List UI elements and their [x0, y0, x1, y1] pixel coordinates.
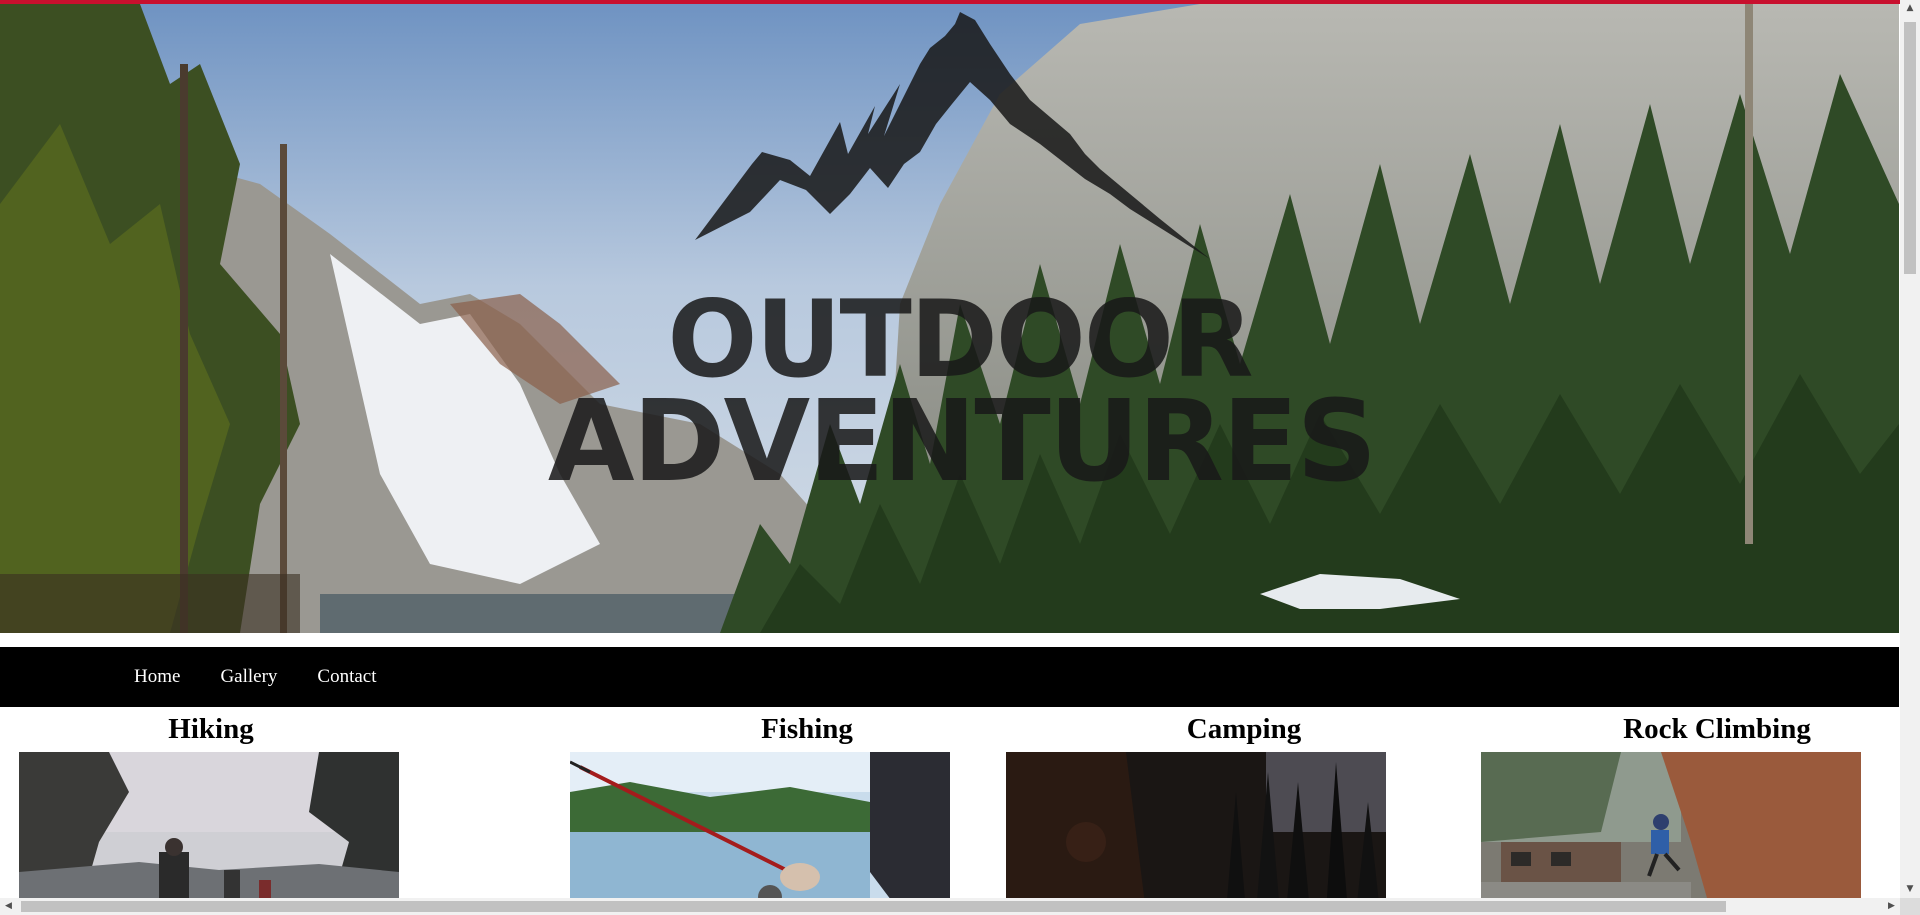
scroll-up-arrow-icon[interactable]: ▲ [1900, 0, 1920, 17]
activity-title-hiking: Hiking [168, 713, 254, 745]
activity-title-fishing: Fishing [761, 713, 853, 745]
nav-link-gallery[interactable]: Gallery [220, 666, 277, 687]
horizontal-scrollbar[interactable]: ◀ ▶ [0, 898, 1900, 915]
activity-title-rock-climbing: Rock Climbing [1623, 713, 1811, 745]
nav-link-contact[interactable]: Contact [317, 666, 376, 687]
horizontal-scrollbar-thumb[interactable] [21, 901, 1726, 912]
activity-image-rock-climbing[interactable] [1481, 752, 1861, 912]
nav-link-home[interactable]: Home [134, 666, 180, 687]
hero-banner: OUTDOOR ADVENTURES [0, 4, 1899, 633]
activity-image-fishing[interactable] [570, 752, 950, 912]
scroll-left-arrow-icon[interactable]: ◀ [0, 898, 17, 915]
vertical-scrollbar[interactable]: ▲ ▼ [1900, 0, 1920, 898]
activity-image-hiking[interactable] [19, 752, 399, 912]
scroll-down-arrow-icon[interactable]: ▼ [1900, 881, 1920, 898]
nav-item-home: Home [134, 666, 180, 688]
activity-image-camping[interactable] [1006, 752, 1386, 912]
scrollbar-corner [1900, 898, 1920, 915]
nav-list: Home Gallery Contact [134, 647, 417, 707]
nav-item-contact: Contact [317, 666, 376, 688]
main-navigation: Home Gallery Contact [0, 647, 1899, 707]
vertical-scrollbar-thumb[interactable] [1904, 22, 1916, 274]
nav-item-gallery: Gallery [220, 666, 277, 688]
activity-title-camping: Camping [1186, 713, 1302, 745]
brand-title-line-2: ADVENTURES [547, 377, 1377, 507]
scroll-right-arrow-icon[interactable]: ▶ [1883, 898, 1900, 915]
mountain-logo-icon [695, 12, 1210, 259]
